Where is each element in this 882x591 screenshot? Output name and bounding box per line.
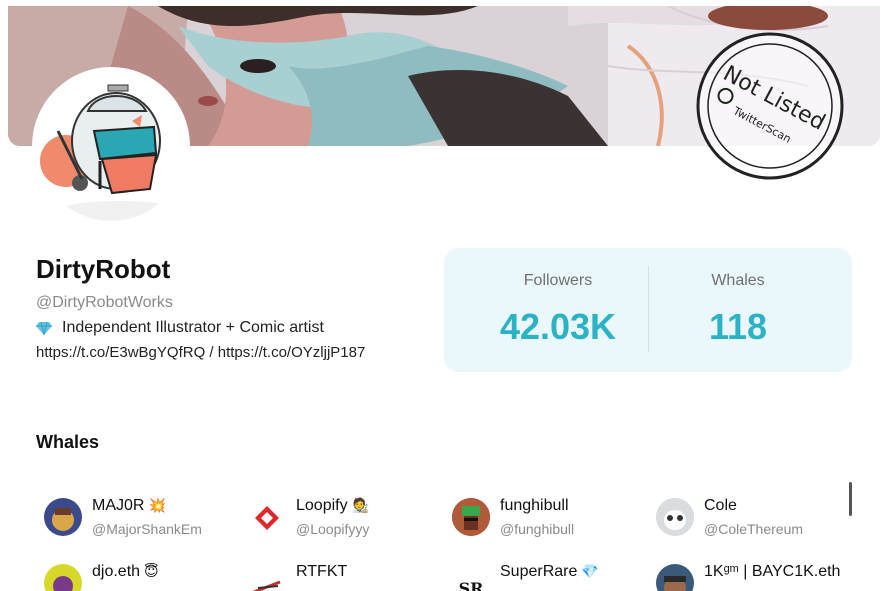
stats-card: Followers 42.03K Whales 118 (444, 248, 852, 372)
whales-stat: Whales 118 (636, 248, 840, 372)
followers-stat: Followers 42.03K (456, 248, 660, 372)
whale-item[interactable]: Cole @ColeThereum (648, 486, 848, 537)
whale-item[interactable]: 1Kᵍᵐ | BAYC1K.eth (648, 552, 848, 591)
whale-handle: @Loopifyyy (296, 521, 370, 537)
whale-name: SuperRare 💎 (500, 563, 599, 580)
followers-label: Followers (523, 272, 593, 289)
whale-avatar (656, 498, 694, 536)
whales-label: Whales (711, 272, 765, 289)
profile-name: DirtyRobot (36, 254, 171, 284)
profile-avatar[interactable] (36, 71, 186, 221)
whales-section-title: Whales (36, 432, 100, 452)
whale-avatar (656, 564, 694, 591)
whale-item[interactable]: RTFKT (240, 552, 440, 591)
whales-value: 118 (708, 306, 768, 347)
whale-item[interactable]: SR SuperRare 💎 (444, 552, 644, 591)
whale-name: 1Kᵍᵐ | BAYC1K.eth (704, 563, 841, 580)
whale-name: funghibull (500, 497, 569, 514)
bio-text: Independent Illustrator + Comic artist (62, 319, 324, 336)
whale-name: djo.eth 😇 (92, 563, 159, 580)
diamond-icon (36, 321, 52, 336)
whale-handle: @ColeThereum (704, 521, 804, 537)
whale-avatar (452, 498, 490, 536)
profile-handle[interactable]: @DirtyRobotWorks (36, 294, 173, 312)
svg-text:SR: SR (459, 579, 485, 591)
whale-item[interactable]: MAJ0R 💥 @MajorShankEm (36, 486, 236, 537)
whale-list: MAJ0R 💥 @MajorShankEm Loopify 🧑‍🎨 @Loopify… (36, 486, 848, 591)
whale-avatar (248, 498, 286, 536)
robot-avatar-image (40, 84, 178, 221)
whale-list-scrollbar[interactable] (849, 482, 852, 516)
whale-avatar (248, 564, 286, 591)
whale-name: Cole (704, 497, 737, 514)
followers-value: 42.03K (499, 306, 617, 347)
profile-links[interactable]: https://t.co/E3wBgYQfRQ / https://t.co/O… (36, 344, 365, 361)
profile-bio: Independent Illustrator + Comic artist (36, 319, 324, 337)
whale-item[interactable]: funghibull @funghibull (444, 486, 644, 537)
whale-name: Loopify 🧑‍🎨 (296, 497, 370, 514)
whale-avatar (44, 564, 82, 591)
not-listed-stamp: Not Listed TwitterScan (696, 32, 844, 180)
whale-handle: @funghibull (500, 521, 575, 537)
whale-item[interactable]: Loopify 🧑‍🎨 @Loopifyyy (240, 486, 440, 537)
whale-item[interactable]: djo.eth 😇 (36, 552, 236, 591)
whale-name: RTFKT (296, 563, 348, 580)
whale-name: MAJ0R 💥 (92, 497, 166, 514)
whale-handle: @MajorShankEm (92, 521, 202, 537)
whale-avatar: SR (452, 564, 490, 591)
whale-avatar (44, 498, 82, 536)
